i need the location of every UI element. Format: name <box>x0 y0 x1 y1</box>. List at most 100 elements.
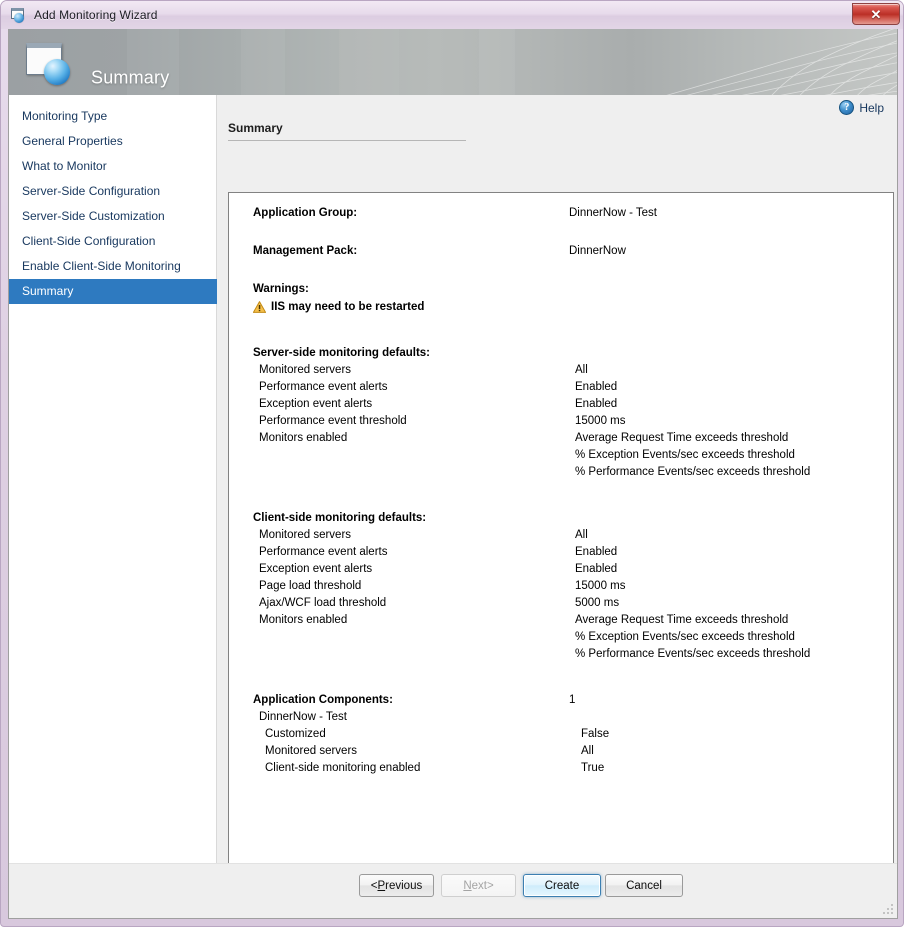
field-label: Performance event threshold <box>259 413 575 430</box>
field-label: Monitors enabled <box>259 430 575 447</box>
main-content-pane: ? Help Summary Application Group: Dinner… <box>217 95 897 917</box>
summary-row-server-monitor-extra-2: % Performance Events/sec exceeds thresho… <box>253 464 893 481</box>
summary-group-client-side-title: Client-side monitoring defaults: <box>253 510 893 527</box>
summary-row-server-performance-event-alerts: Performance event alerts Enabled <box>253 379 893 396</box>
field-value: True <box>581 760 604 777</box>
field-label: Exception event alerts <box>259 561 575 578</box>
field-label: Page load threshold <box>259 578 575 595</box>
resize-grip-icon[interactable] <box>882 903 894 915</box>
page-title-divider <box>228 140 466 141</box>
summary-row-component-monitored-servers: Monitored servers All <box>253 743 893 760</box>
sidebar-item-client-side-configuration[interactable]: Client-Side Configuration <box>9 229 216 254</box>
field-value: DinnerNow <box>569 243 626 260</box>
sidebar-item-label: General Properties <box>22 134 123 148</box>
field-value: All <box>575 362 588 379</box>
sidebar-item-label: Summary <box>22 284 73 298</box>
summary-row-application-group: Application Group: DinnerNow - Test <box>253 205 893 222</box>
field-label-spacer <box>259 646 575 663</box>
field-value: Enabled <box>575 379 617 396</box>
summary-row-client-monitor-extra-2: % Performance Events/sec exceeds thresho… <box>253 646 893 663</box>
field-label: Performance event alerts <box>259 379 575 396</box>
summary-row-client-page-load-threshold: Page load threshold 15000 ms <box>253 578 893 595</box>
summary-row-client-performance-event-alerts: Performance event alerts Enabled <box>253 544 893 561</box>
field-value: Enabled <box>575 544 617 561</box>
sidebar-item-summary[interactable]: Summary <box>9 279 229 304</box>
field-label-spacer <box>259 629 575 646</box>
create-button-label: Create <box>545 880 580 892</box>
close-button[interactable]: ✕ <box>852 3 900 25</box>
help-label: Help <box>859 101 884 115</box>
group-label: Server-side monitoring defaults: <box>253 345 569 362</box>
sidebar-item-general-properties[interactable]: General Properties <box>9 129 216 154</box>
sidebar-item-label: Enable Client-Side Monitoring <box>22 259 181 273</box>
wizard-step-sidebar: Monitoring Type General Properties What … <box>9 95 217 864</box>
next-button-suffix: > <box>487 880 494 892</box>
field-value: Average Request Time exceeds threshold <box>575 430 788 447</box>
field-value: % Performance Events/sec exceeds thresho… <box>575 646 810 663</box>
add-monitoring-wizard-window: Add Monitoring Wizard ✕ <box>0 0 904 927</box>
wizard-page-icon <box>26 43 70 85</box>
close-icon: ✕ <box>871 8 882 21</box>
sidebar-item-enable-client-side-monitoring[interactable]: Enable Client-Side Monitoring <box>9 254 216 279</box>
help-link[interactable]: ? Help <box>839 100 884 115</box>
summary-panel: Application Group: DinnerNow - Test Mana… <box>228 192 894 869</box>
sidebar-item-monitoring-type[interactable]: Monitoring Type <box>9 104 216 129</box>
field-value: False <box>581 726 609 743</box>
group-label: Application Components: <box>253 692 569 709</box>
sidebar-item-label: Server-Side Customization <box>22 209 165 223</box>
field-label: Customized <box>265 726 581 743</box>
field-label: Monitored servers <box>259 527 575 544</box>
next-button-accel: N <box>463 880 471 892</box>
summary-row-client-monitor-extra-1: % Exception Events/sec exceeds threshold <box>253 629 893 646</box>
summary-row-server-exception-event-alerts: Exception event alerts Enabled <box>253 396 893 413</box>
previous-button-rest: revious <box>385 880 422 892</box>
field-value: All <box>575 527 588 544</box>
field-value: % Exception Events/sec exceeds threshold <box>575 629 795 646</box>
field-label: Monitored servers <box>259 362 575 379</box>
wizard-window-icon <box>10 8 27 23</box>
field-value: Enabled <box>575 561 617 578</box>
title-bar[interactable]: Add Monitoring Wizard ✕ <box>1 1 904 29</box>
field-value: 5000 ms <box>575 595 619 612</box>
sidebar-item-label: What to Monitor <box>22 159 107 173</box>
field-label: Monitors enabled <box>259 612 575 629</box>
previous-button[interactable]: < Previous <box>359 874 434 897</box>
window-title: Add Monitoring Wizard <box>34 8 157 22</box>
field-value: Average Request Time exceeds threshold <box>575 612 788 629</box>
warning-text: IIS may need to be restarted <box>271 299 424 316</box>
cancel-button[interactable]: Cancel <box>605 874 683 897</box>
sidebar-item-what-to-monitor[interactable]: What to Monitor <box>9 154 216 179</box>
field-value: DinnerNow - Test <box>569 205 657 222</box>
sidebar-item-server-side-configuration[interactable]: Server-Side Configuration <box>9 179 216 204</box>
wizard-button-bar: < Previous Next > Create Cancel <box>9 863 897 918</box>
field-label: Client-side monitoring enabled <box>265 760 581 777</box>
field-value: 15000 ms <box>575 578 626 595</box>
create-button[interactable]: Create <box>523 874 601 897</box>
previous-button-accel: P <box>377 880 385 892</box>
summary-row-client-monitored-servers: Monitored servers All <box>253 527 893 544</box>
summary-row-server-monitors-enabled: Monitors enabled Average Request Time ex… <box>253 430 893 447</box>
field-label: Exception event alerts <box>259 396 575 413</box>
summary-row-management-pack: Management Pack: DinnerNow <box>253 243 893 260</box>
banner-mesh-graphic <box>647 29 897 95</box>
sidebar-item-server-side-customization[interactable]: Server-Side Customization <box>9 204 216 229</box>
next-button[interactable]: Next > <box>441 874 516 897</box>
wizard-banner: Summary <box>9 29 897 95</box>
summary-row-client-ajax-wcf-load-threshold: Ajax/WCF load threshold 5000 ms <box>253 595 893 612</box>
summary-row-client-monitors-enabled: Monitors enabled Average Request Time ex… <box>253 612 893 629</box>
warning-triangle-icon <box>253 301 266 313</box>
field-label-spacer <box>259 447 575 464</box>
field-value: % Performance Events/sec exceeds thresho… <box>575 464 810 481</box>
field-label: Ajax/WCF load threshold <box>259 595 575 612</box>
summary-group-server-side-title: Server-side monitoring defaults: <box>253 345 893 362</box>
help-question-icon: ? <box>839 100 854 115</box>
page-title-label: Summary <box>228 121 468 140</box>
field-value: All <box>581 743 594 760</box>
sidebar-item-label: Server-Side Configuration <box>22 184 160 198</box>
field-value: 15000 ms <box>575 413 626 430</box>
summary-group-application-components-title: Application Components: 1 <box>253 692 893 709</box>
sidebar-item-label: Monitoring Type <box>22 109 107 123</box>
field-label: Application Group: <box>253 205 569 222</box>
field-label: Warnings: <box>253 281 569 298</box>
cancel-button-label: Cancel <box>626 880 662 892</box>
